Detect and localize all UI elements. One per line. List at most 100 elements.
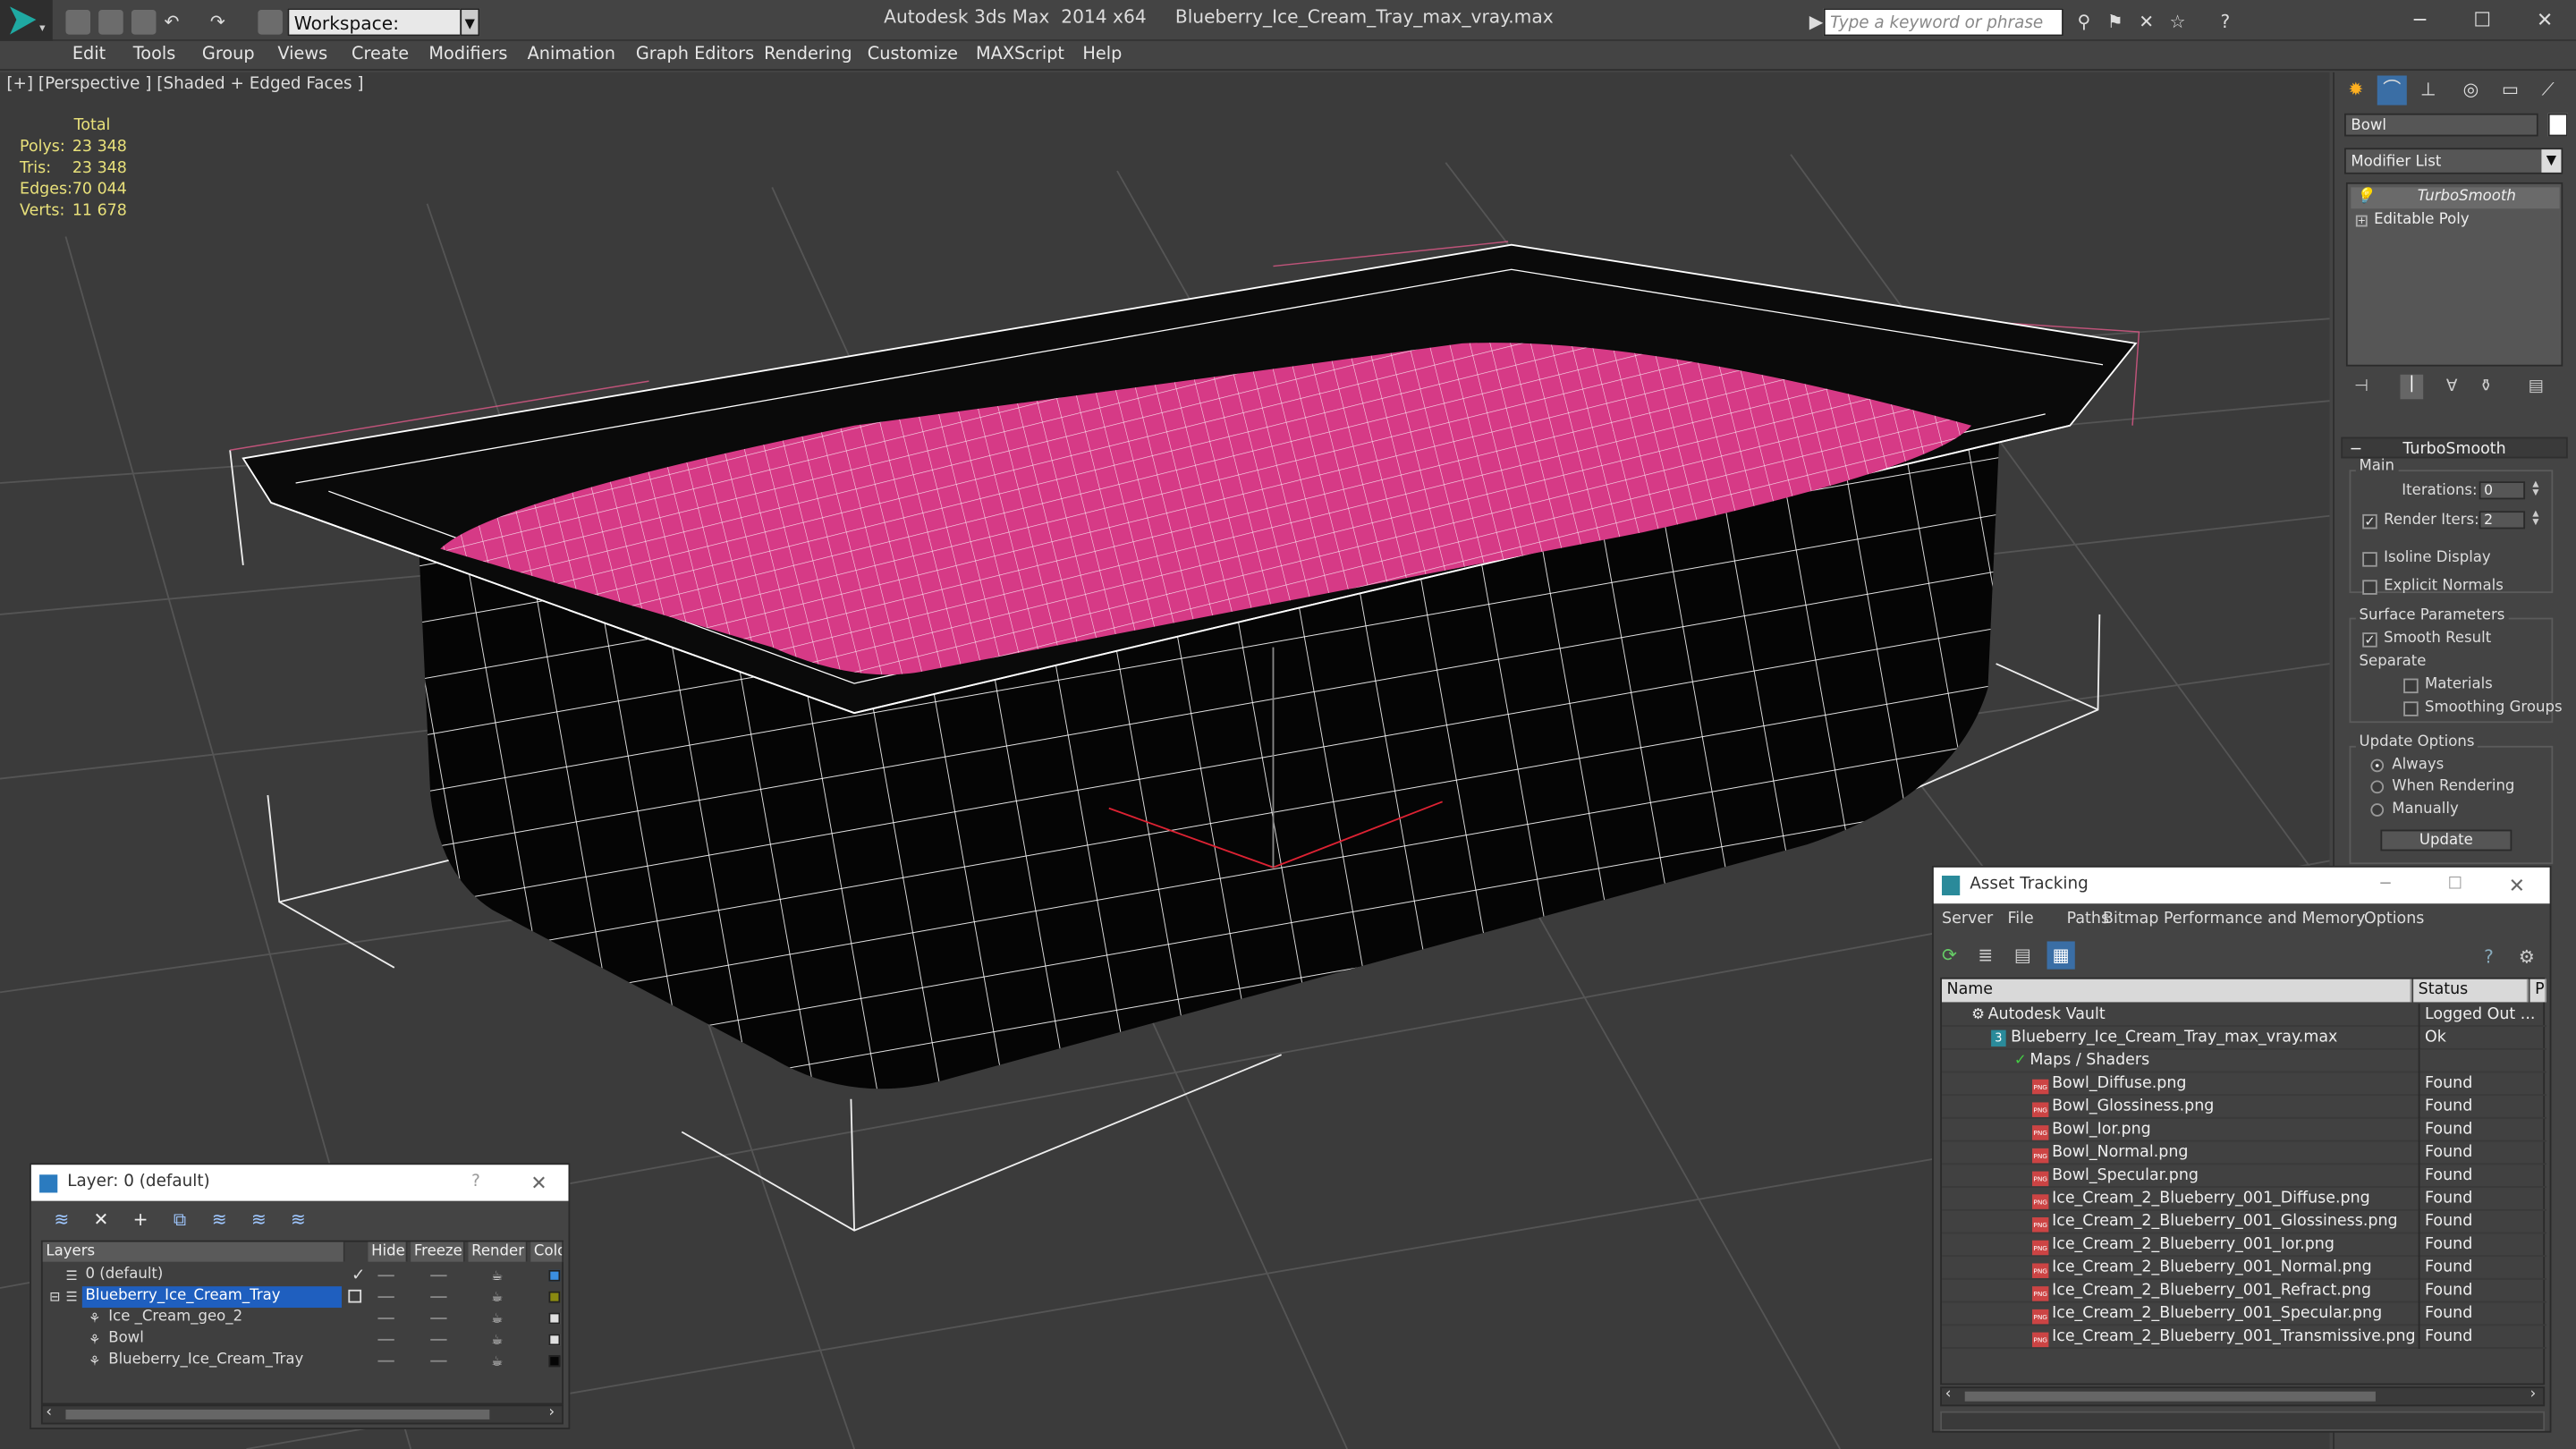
scroll-left-icon[interactable]: ‹ [1945, 1386, 1952, 1402]
column-header-freeze[interactable]: Freeze [411, 1241, 465, 1262]
new-file-icon[interactable] [65, 10, 91, 35]
lightbulb-icon[interactable]: 💡 [2356, 187, 2375, 208]
app-logo-icon[interactable]: ▾ [0, 0, 53, 41]
undo-icon[interactable]: ↶ [161, 12, 182, 33]
asset-window-title[interactable]: Asset Tracking ─ ☐ ✕ [1933, 867, 2550, 904]
settings-icon[interactable]: ⚙ [2519, 946, 2535, 968]
spinner-arrows-icon[interactable]: ▲ ▼ [2530, 510, 2542, 529]
freeze-toggle[interactable] [430, 1318, 447, 1319]
iterations-spinner[interactable]: 0 [2479, 481, 2526, 500]
freeze-toggle[interactable] [430, 1360, 447, 1362]
hide-toggle[interactable] [377, 1318, 394, 1319]
menu-bitmap-performance[interactable]: Bitmap Performance and Memory [2103, 911, 2365, 928]
utilities-tab-icon[interactable]: ⟋ [2533, 75, 2563, 105]
column-header-status[interactable]: Status [2413, 979, 2529, 1003]
smooth-result-checkbox[interactable]: ✓ [2362, 632, 2377, 648]
layer-color-swatch[interactable] [548, 1355, 561, 1368]
stack-item-turbosmooth[interactable]: 💡 TurboSmooth [2351, 187, 2560, 209]
modifier-list-dropdown[interactable]: Modifier List [2344, 148, 2563, 174]
asset-row[interactable]: PNG Bowl_Normal.png Found [1942, 1141, 2546, 1165]
thumbnail-view-icon[interactable]: ▤ [2014, 945, 2034, 966]
help-button[interactable]: ? [471, 1165, 480, 1200]
asset-row[interactable]: PNG Ice_Cream_2_Blueberry_001_Refract.png… [1942, 1279, 2546, 1303]
menu-animation[interactable]: Animation [528, 45, 615, 64]
expand-icon[interactable]: + [2355, 215, 2368, 227]
column-header-render[interactable]: Render [468, 1241, 528, 1262]
remove-modifier-icon[interactable]: ⚱ [2479, 377, 2493, 395]
menu-help[interactable]: Help [1082, 45, 1122, 64]
smoothing-groups-checkbox[interactable] [2403, 701, 2419, 716]
asset-path-field[interactable] [1940, 1411, 2546, 1431]
expand-icon[interactable]: ⊟ [49, 1286, 60, 1308]
layer-name[interactable]: Ice _Cream_geo_2 [106, 1308, 242, 1329]
close-button[interactable]: ✕ [2509, 868, 2525, 903]
menu-group[interactable]: Group [202, 45, 255, 64]
layer-row[interactable]: ☰ 0 (default) ✓ ☕ [43, 1265, 565, 1286]
render-iters-spinner[interactable]: 2 [2479, 511, 2526, 530]
scroll-thumb[interactable] [65, 1409, 490, 1419]
new-layer-icon[interactable]: ≋ [51, 1209, 72, 1231]
list-view-icon[interactable]: ≣ [1978, 945, 1997, 966]
add-to-layer-icon[interactable]: + [130, 1209, 151, 1231]
asset-row[interactable]: PNG Bowl_Glossiness.png Found [1942, 1096, 2546, 1119]
explicit-normals-checkbox[interactable] [2362, 580, 2377, 595]
spinner-arrows-icon[interactable]: ▲ ▼ [2530, 480, 2542, 499]
refresh-icon[interactable]: ⟳ [1942, 945, 1962, 966]
column-header-path[interactable]: P [2529, 979, 2546, 1003]
active-layer-check-icon[interactable]: ✓ [352, 1265, 365, 1286]
scroll-left-icon[interactable]: ‹ [46, 1404, 52, 1420]
layer-name[interactable]: Blueberry_Ice_Cream_Tray [81, 1286, 343, 1309]
table-view-icon[interactable]: ▦ [2046, 941, 2075, 970]
favorites-star-icon[interactable]: ☆ [2167, 12, 2189, 33]
object-name-field[interactable]: Bowl [2344, 113, 2538, 137]
open-file-icon[interactable] [98, 10, 123, 35]
layer-row[interactable]: ⚘ Blueberry_Ice_Cream_Tray ☕ [43, 1351, 565, 1372]
asset-row[interactable]: ⚙ Autodesk Vault Logged Out ... [1942, 1004, 2546, 1027]
asset-row[interactable]: PNG Ice_Cream_2_Blueberry_001_Glossiness.… [1942, 1210, 2546, 1234]
menu-customize[interactable]: Customize [868, 45, 958, 64]
project-folder-icon[interactable] [258, 10, 283, 35]
hide-all-icon[interactable]: ≋ [248, 1209, 269, 1231]
pin-stack-icon[interactable]: ⊣ [2354, 377, 2374, 397]
render-teapot-icon[interactable]: ☕ [491, 1265, 503, 1286]
freeze-toggle[interactable] [430, 1296, 447, 1299]
freeze-all-icon[interactable]: ≋ [287, 1209, 309, 1231]
layer-color-swatch[interactable] [548, 1291, 561, 1303]
layer-row[interactable]: ⚘ Ice _Cream_geo_2 ☕ [43, 1308, 565, 1329]
help-icon[interactable]: ? [2484, 946, 2494, 968]
column-header-layers[interactable]: Layers [42, 1241, 345, 1262]
layer-color-swatch[interactable] [548, 1334, 561, 1346]
collapse-icon[interactable]: − [2350, 438, 2363, 460]
menu-views[interactable]: Views [277, 45, 327, 64]
render-teapot-icon[interactable]: ☕ [491, 1351, 503, 1372]
active-layer-box-icon[interactable] [348, 1289, 362, 1303]
asset-row[interactable]: PNG Ice_Cream_2_Blueberry_001_Transmissiv… [1942, 1326, 2546, 1349]
maximize-button[interactable]: ☐ [2458, 6, 2507, 32]
asset-row[interactable]: PNG Ice_Cream_2_Blueberry_001_Specular.pn… [1942, 1302, 2546, 1326]
search-input[interactable]: Type a keyword or phrase [1823, 8, 2063, 37]
column-header-hide[interactable]: Hide [368, 1241, 408, 1262]
close-button[interactable]: ✕ [530, 1165, 547, 1200]
materials-checkbox[interactable] [2403, 678, 2419, 694]
layer-row[interactable]: ⚘ Bowl ☕ [43, 1329, 565, 1351]
chevron-down-icon[interactable]: ▼ [2541, 149, 2562, 173]
subscription-icon[interactable]: ⚑ [2105, 12, 2126, 33]
column-header-color[interactable]: Colo [530, 1241, 564, 1262]
scroll-thumb[interactable] [1964, 1391, 2376, 1402]
render-teapot-icon[interactable]: ☕ [491, 1329, 503, 1351]
asset-row[interactable]: PNG Ice_Cream_2_Blueberry_001_Normal.png F… [1942, 1257, 2546, 1280]
hierarchy-tab-icon[interactable]: ⊥ [2413, 75, 2443, 105]
when-rendering-radio[interactable] [2370, 780, 2385, 794]
horizontal-scrollbar[interactable]: ‹ › [40, 1404, 564, 1425]
object-color-swatch[interactable] [2547, 113, 2568, 137]
asset-row[interactable]: PNG Ice_Cream_2_Blueberry_001_Ior.png Foun… [1942, 1233, 2546, 1258]
minimize-button[interactable]: ─ [2380, 868, 2390, 903]
scroll-right-icon[interactable]: › [548, 1404, 555, 1420]
menu-graph-editors[interactable]: Graph Editors [636, 45, 754, 64]
freeze-toggle[interactable] [430, 1338, 447, 1341]
save-file-icon[interactable] [131, 10, 157, 35]
hide-toggle[interactable] [377, 1275, 394, 1277]
render-teapot-icon[interactable]: ☕ [491, 1286, 503, 1308]
menu-maxscript[interactable]: MAXScript [976, 45, 1064, 64]
menu-edit[interactable]: Edit [72, 45, 106, 64]
